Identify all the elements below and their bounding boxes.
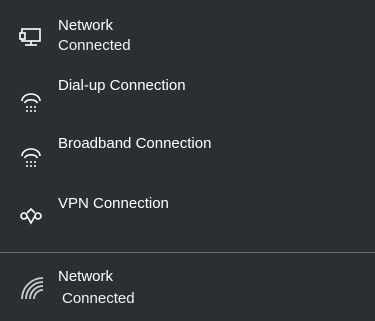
wifi-icon bbox=[16, 272, 46, 302]
dialup-icon bbox=[16, 86, 46, 116]
broadband-icon bbox=[16, 141, 46, 171]
divider bbox=[0, 252, 375, 253]
connection-title: Network bbox=[58, 17, 114, 34]
wired-network-icon bbox=[16, 23, 46, 53]
connection-status: Connected bbox=[62, 290, 135, 307]
connection-status: Connected bbox=[58, 37, 131, 54]
network-flyout: Network Connected Dial-up Connection Bro… bbox=[0, 0, 375, 321]
connection-title: Network bbox=[58, 268, 114, 285]
connection-item-vpn[interactable]: VPN Connection bbox=[0, 186, 375, 244]
vpn-icon bbox=[16, 201, 46, 231]
connection-title: VPN Connection bbox=[58, 195, 169, 212]
connection-item-dialup[interactable]: Dial-up Connection bbox=[0, 68, 375, 126]
connection-title: Broadband Connection bbox=[58, 135, 212, 152]
connection-item-network[interactable]: Network Connected bbox=[0, 10, 375, 68]
connection-item-broadband[interactable]: Broadband Connection bbox=[0, 128, 375, 186]
connection-title: Dial-up Connection bbox=[58, 77, 186, 94]
connection-item-wifi[interactable]: Network Connected bbox=[0, 258, 375, 316]
